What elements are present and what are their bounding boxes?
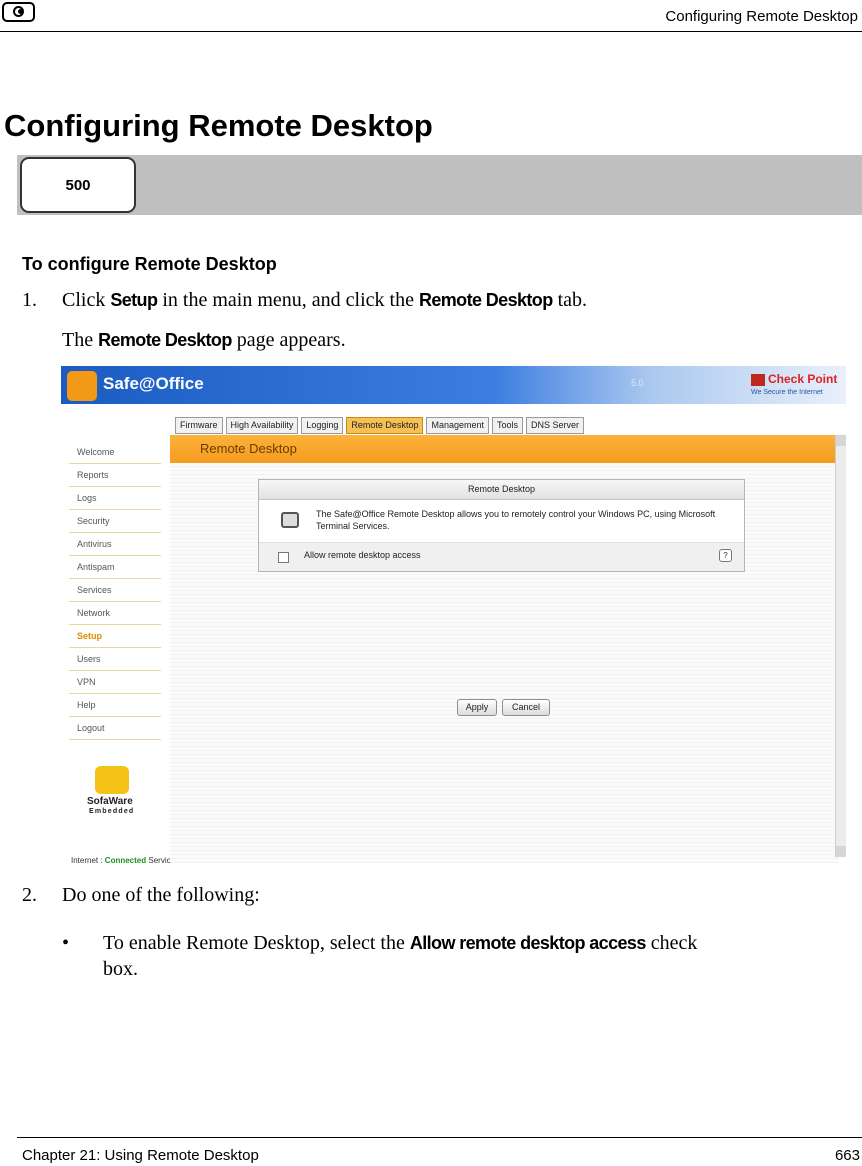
step-text: Do one of the following:	[62, 884, 260, 906]
model-bar: 500	[17, 155, 862, 215]
sidebar-menu: Welcome Reports Logs Security Antivirus …	[69, 441, 161, 740]
help-icon[interactable]: ?	[719, 549, 732, 562]
remote-desktop-screenshot: Safe@Office 5.0 Check Point We Secure th…	[61, 366, 846, 869]
brand-name: Safe@Office	[103, 374, 204, 393]
safeoffice-logo-icon	[67, 371, 97, 401]
page-title-band: Remote Desktop	[170, 435, 839, 463]
checkbox-label: Allow remote desktop access	[304, 550, 421, 560]
app-banner: Safe@Office 5.0 Check Point We Secure th…	[61, 366, 846, 404]
bullet-text-wrap: box.	[103, 958, 138, 980]
tab-remote-desktop[interactable]: Remote Desktop	[346, 417, 424, 434]
sidebar-item-welcome[interactable]: Welcome	[69, 441, 161, 464]
remote-desktop-panel: Remote Desktop The Safe@Office Remote De…	[258, 479, 745, 572]
page-heading: Configuring Remote Desktop	[4, 108, 433, 143]
sidebar-item-setup[interactable]: Setup	[69, 625, 161, 648]
cancel-button[interactable]: Cancel	[502, 699, 550, 716]
step-text: Click Setup in the main menu, and click …	[62, 289, 588, 311]
setup-tabs: Firmware High Availability Logging Remot…	[175, 417, 585, 434]
page-number: 663	[834, 1147, 860, 1164]
procedure-title: To configure Remote Desktop	[22, 254, 277, 274]
bullet-text: To enable Remote Desktop, select the All…	[103, 932, 698, 954]
setup-command: Setup	[110, 290, 158, 310]
bullet-icon: •	[62, 932, 70, 954]
sidebar-item-security[interactable]: Security	[69, 510, 161, 533]
scroll-up-icon[interactable]	[836, 435, 846, 446]
sidebar-item-network[interactable]: Network	[69, 602, 161, 625]
scrollbar[interactable]	[835, 435, 846, 857]
sidebar-item-services[interactable]: Services	[69, 579, 161, 602]
allow-access-row: Allow remote desktop access ?	[259, 542, 744, 571]
sidebar-item-logout[interactable]: Logout	[69, 717, 161, 740]
scroll-down-icon[interactable]	[836, 846, 846, 857]
tab-management[interactable]: Management	[426, 417, 489, 434]
sidebar-item-antispam[interactable]: Antispam	[69, 556, 161, 579]
version-label: 5.0	[631, 378, 644, 388]
model-badge: 500	[20, 157, 136, 213]
remote-desktop-command: Remote Desktop	[418, 290, 553, 310]
sidebar-item-reports[interactable]: Reports	[69, 464, 161, 487]
sofaware-subtitle: Embedded	[89, 808, 135, 815]
brand-logo-icon	[2, 2, 35, 22]
panel-description: The Safe@Office Remote Desktop allows yo…	[316, 509, 716, 531]
checkbox-command: Allow remote desktop access	[409, 933, 647, 953]
page-header: Configuring Remote Desktop	[0, 0, 862, 32]
internet-status: Connected	[104, 856, 147, 865]
tab-logging[interactable]: Logging	[301, 417, 344, 434]
result-command: Remote Desktop	[98, 330, 232, 350]
sidebar-item-users[interactable]: Users	[69, 648, 161, 671]
sidebar-item-vpn[interactable]: VPN	[69, 671, 161, 694]
tab-high-availability[interactable]: High Availability	[225, 417, 299, 434]
allow-remote-desktop-checkbox[interactable]	[278, 552, 289, 563]
sidebar-item-logs[interactable]: Logs	[69, 487, 161, 510]
page-footer: Chapter 21: Using Remote Desktop 663	[17, 1137, 862, 1166]
apply-button[interactable]: Apply	[457, 699, 497, 716]
computer-icon	[281, 512, 299, 528]
sidebar-item-antivirus[interactable]: Antivirus	[69, 533, 161, 556]
sofaware-mascot-icon	[95, 766, 129, 794]
sidebar-item-help[interactable]: Help	[69, 694, 161, 717]
tab-firmware[interactable]: Firmware	[175, 417, 223, 434]
chapter-label: Chapter 21: Using Remote Desktop	[22, 1147, 259, 1164]
step-1-result: The Remote Desktop page appears.	[62, 329, 346, 351]
remote-desktop-title: Remote Desktop	[200, 441, 297, 456]
checkpoint-icon	[751, 374, 765, 386]
tab-dns-server[interactable]: DNS Server	[526, 417, 585, 434]
header-title: Configuring Remote Desktop	[665, 8, 858, 25]
tab-tools[interactable]: Tools	[492, 417, 524, 434]
panel-title: Remote Desktop	[259, 480, 744, 500]
step-number: 1.	[22, 289, 37, 311]
sofaware-logo: SofaWare	[87, 796, 133, 807]
step-number: 2.	[22, 884, 37, 906]
checkpoint-logo: Check Point We Secure the Internet	[751, 372, 838, 396]
